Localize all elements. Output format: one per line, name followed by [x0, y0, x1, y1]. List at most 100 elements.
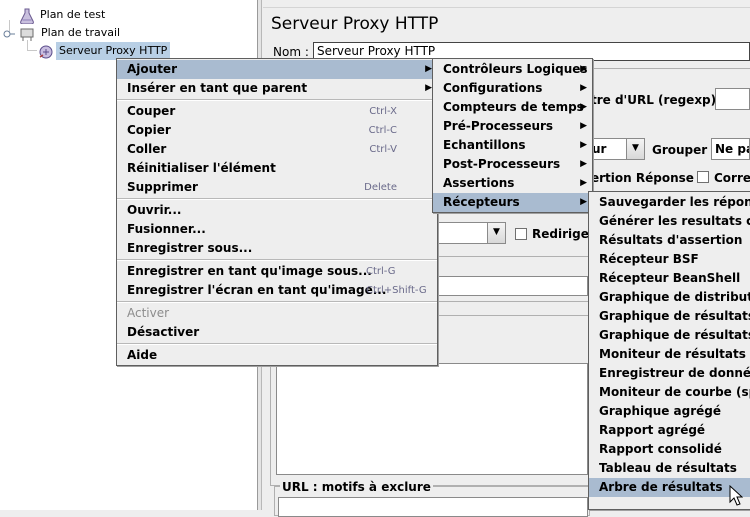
submenu-item-results-monitor[interactable]: Moniteur de résultats: [589, 345, 750, 364]
submenu-item-aggregate-report[interactable]: Rapport agrégé: [589, 421, 750, 440]
menu-item-reset[interactable]: Réinitialiser l'élément: [117, 159, 437, 178]
submenu-item-assertion-results[interactable]: Résultats d'assertion: [589, 231, 750, 250]
menu-item-paste[interactable]: Coller Ctrl-V: [117, 140, 437, 159]
submenu-item-spline-visualizer[interactable]: Moniteur de courbe (spli: [589, 383, 750, 402]
menu-item-enable: Activer: [117, 304, 437, 323]
submenu-arrow-icon: ▶: [580, 64, 587, 74]
menu-item-help[interactable]: Aide: [117, 346, 437, 365]
menu-separator: [117, 198, 437, 200]
workbench-icon: [20, 28, 34, 41]
submenu-item-bsf-listener[interactable]: Récepteur BSF: [589, 250, 750, 269]
menu-item-label: Tableau de résultats: [599, 461, 737, 475]
submenu-item-pre-processors[interactable]: Pré-Processeurs ▶: [433, 117, 592, 136]
tree-item-label: Plan de test: [40, 8, 106, 21]
menu-item-label: Moniteur de courbe (spli: [599, 385, 750, 399]
submenu-item-assertions[interactable]: Assertions ▶: [433, 174, 592, 193]
menu-item-label: Graphique de résultats: [599, 328, 750, 342]
group-select[interactable]: Ne pa: [711, 138, 750, 160]
submenu-item-save-responses[interactable]: Sauvegarder les réponses: [589, 193, 750, 212]
menu-separator: [117, 343, 437, 345]
submenu-arrow-icon: ▶: [425, 64, 432, 74]
menu-item-delete[interactable]: Supprimer Delete: [117, 178, 437, 197]
submenu-item-results-graph-c[interactable]: Graphique de résultats c: [589, 307, 750, 326]
submenu-item-generate-summary[interactable]: Générer les resultats con: [589, 212, 750, 231]
submenu-item-results-table[interactable]: Tableau de résultats: [589, 459, 750, 478]
menu-item-shortcut: Ctrl-X: [369, 106, 397, 117]
submenu-item-data-writer[interactable]: Enregistreur de données: [589, 364, 750, 383]
menu-item-shortcut: Ctrl-G: [366, 266, 396, 277]
divider: [436, 301, 588, 302]
menu-item-open[interactable]: Ouvrir...: [117, 201, 437, 220]
submenu-item-summary-report[interactable]: Rapport consolidé: [589, 440, 750, 459]
name-value: Serveur Proxy HTTP: [317, 44, 436, 58]
name-label: Nom :: [273, 45, 309, 59]
url-regex-field[interactable]: [715, 88, 750, 110]
submenu-item-timers[interactable]: Compteurs de temps ▶: [433, 98, 592, 117]
menu-item-shortcut: Ctrl-C: [368, 125, 397, 136]
menu-item-label: Générer les resultats con: [599, 214, 750, 228]
panel-top-border: [263, 0, 750, 8]
submenu-item-samplers[interactable]: Echantillons ▶: [433, 136, 592, 155]
menu-item-cut[interactable]: Couper Ctrl-X: [117, 102, 437, 121]
submenu-item-listeners[interactable]: Récepteurs ▶: [433, 193, 592, 212]
chevron-down-icon[interactable]: ▼: [487, 223, 505, 243]
menu-item-label: Couper: [127, 104, 176, 118]
menu-item-label: Echantillons: [443, 138, 526, 152]
submenu-item-aggregate-graph[interactable]: Graphique agrégé: [589, 402, 750, 421]
menu-item-label: Rapport consolidé: [599, 442, 722, 456]
chevron-down-icon[interactable]: ▼: [626, 139, 644, 159]
menu-item-label: Ouvrir...: [127, 203, 182, 217]
menu-item-label: Assertions: [443, 176, 515, 190]
menu-item-label: Copier: [127, 123, 171, 137]
flask-icon: [20, 8, 34, 24]
submenu-arrow-icon: ▶: [580, 197, 587, 207]
submenu-item-logic-controllers[interactable]: Contrôleurs Logiques ▶: [433, 60, 592, 79]
submenu-item-post-processors[interactable]: Post-Processeurs ▶: [433, 155, 592, 174]
menu-separator: [117, 99, 437, 101]
submenu-item-config-elements[interactable]: Configurations ▶: [433, 79, 592, 98]
exclude-patterns-table[interactable]: [278, 497, 588, 517]
menu-item-label: Insérer en tant que parent: [127, 81, 308, 95]
menu-item-label: Compteurs de temps: [443, 100, 584, 114]
context-menu: Ajouter ▶ Insérer en tant que parent ▶ Cou…: [116, 58, 438, 366]
menu-item-copy[interactable]: Copier Ctrl-C: [117, 121, 437, 140]
redirect-checkbox[interactable]: [515, 228, 527, 240]
exclude-patterns-label: URL : motifs à exclure: [280, 480, 433, 494]
menu-item-label: Résultats d'assertion: [599, 233, 743, 247]
menu-item-label: Enregistreur de données: [599, 366, 750, 380]
menu-item-disable[interactable]: Désactiver: [117, 323, 437, 342]
menu-item-label: Supprimer: [127, 180, 198, 194]
submenu-item-results-tree[interactable]: Arbre de résultats: [589, 478, 750, 497]
group-combo[interactable]: ur ▼: [589, 138, 645, 160]
menu-item-label: Arbre de résultats: [599, 480, 723, 494]
submenu-arrow-icon: ▶: [580, 83, 587, 93]
menu-item-label: Réinitialiser l'élément: [127, 161, 276, 175]
submenu-item-beanshell-listener[interactable]: Récepteur BeanShell: [589, 269, 750, 288]
menu-item-label: Récepteur BeanShell: [599, 271, 741, 285]
menu-item-ajouter[interactable]: Ajouter ▶: [117, 60, 437, 79]
tree-connector-line: [27, 50, 37, 51]
menu-item-save-as-image[interactable]: Enregistrer en tant qu'image sous... Ctrl…: [117, 262, 437, 281]
sampler-type-combo[interactable]: ▼: [436, 222, 506, 244]
menu-item-save-as[interactable]: Enregistrer sous...: [117, 239, 437, 258]
menu-item-merge[interactable]: Fusionner...: [117, 220, 437, 239]
page-title: Serveur Proxy HTTP: [271, 14, 439, 34]
include-patterns-table[interactable]: [276, 363, 588, 475]
menu-item-shortcut: Delete: [364, 182, 397, 193]
menu-item-label: Contrôleurs Logiques: [443, 62, 588, 76]
corres-checkbox[interactable]: [697, 171, 709, 183]
submenu-item-distribution-graph[interactable]: Graphique de distributio: [589, 288, 750, 307]
url-regex-label: tre d'URL (regexp) :: [591, 93, 726, 107]
include-patterns-field[interactable]: [436, 276, 588, 296]
submenu-arrow-icon: ▶: [580, 121, 587, 131]
response-assertion-label: ertion Réponse: [591, 171, 694, 185]
menu-item-label: Post-Processeurs: [443, 157, 561, 171]
submenu-item-results-graph[interactable]: Graphique de résultats: [589, 326, 750, 345]
submenu-arrow-icon: ▶: [425, 83, 432, 93]
menu-item-save-screen-as-image[interactable]: Enregistrer l'écran en tant qu'image... C…: [117, 281, 437, 300]
tree-toggle-icon[interactable]: [2, 28, 16, 40]
menu-item-insert-parent[interactable]: Insérer en tant que parent ▶: [117, 79, 437, 98]
proxy-icon: [39, 45, 53, 59]
menu-item-label: Coller: [127, 142, 167, 156]
submenu-arrow-icon: ▶: [580, 102, 587, 112]
